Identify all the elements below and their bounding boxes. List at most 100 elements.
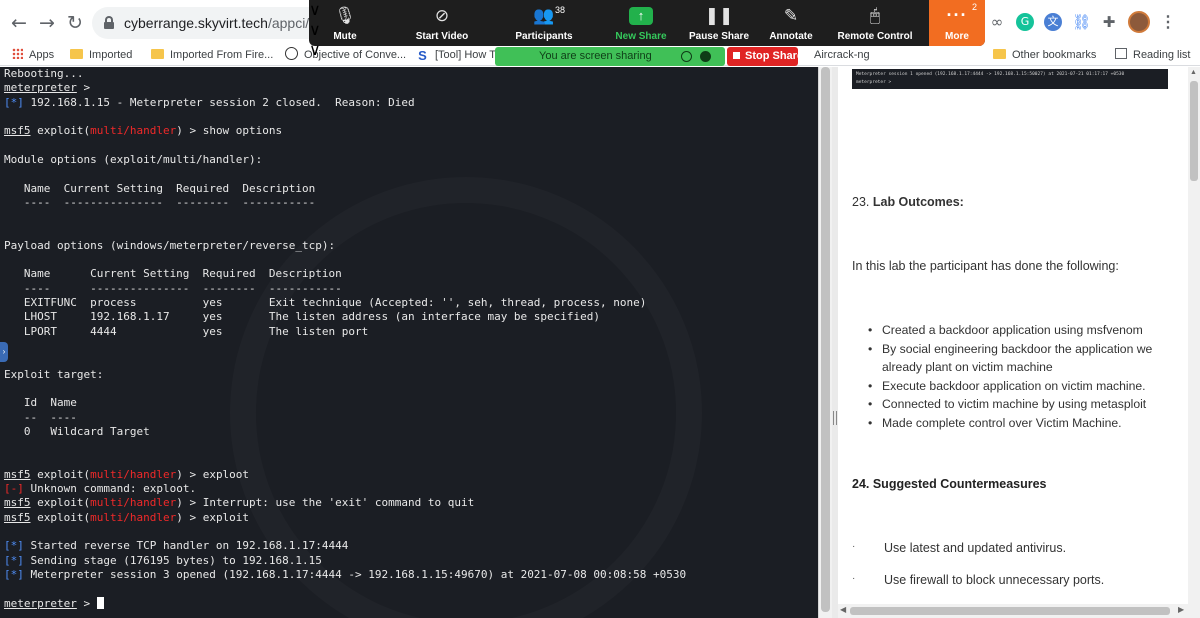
terminal-scrollbar-thumb[interactable] xyxy=(821,67,830,612)
kebab-menu-icon[interactable]: ⋮ xyxy=(1160,12,1176,32)
sharing-status-icon xyxy=(681,51,692,62)
terminal-line: ---- --------------- -------- ----------… xyxy=(4,195,316,209)
terminal-line: -- ---- xyxy=(4,410,77,424)
terminal-line: LPORT 4444 yes The listen port xyxy=(4,324,369,338)
link-extension-icon[interactable]: ∞ xyxy=(988,13,1006,31)
site-icon xyxy=(285,47,298,60)
more-button[interactable]: ··· 2 More xyxy=(929,0,985,46)
annotate-button[interactable]: ✎ Annotate xyxy=(761,0,821,46)
translate-extension-icon[interactable]: 文 xyxy=(1044,13,1062,31)
folder-icon xyxy=(70,49,83,59)
horizontal-scrollbar-thumb[interactable] xyxy=(850,607,1170,615)
terminal-line: Name Current Setting Required Descriptio… xyxy=(4,181,316,195)
bookmark-reading-list[interactable]: Reading list xyxy=(1115,46,1190,64)
lab-outcomes-heading: 23. Lab Outcomes: xyxy=(852,195,964,209)
bookmark-other[interactable]: Other bookmarks xyxy=(993,46,1096,64)
terminal-line: [*] Started reverse TCP handler on 192.1… xyxy=(4,539,349,553)
terminal-line: 0 Wildcard Target xyxy=(4,424,150,438)
apps-grid-icon xyxy=(12,48,23,59)
bullet-marker: · xyxy=(852,573,856,584)
video-off-icon: ⊘ xyxy=(434,6,450,26)
terminal-line: [*] Sending stage (176195 bytes) to 192.… xyxy=(4,553,322,567)
start-video-button[interactable]: ⊘ Start Video xyxy=(409,0,475,46)
terminal-line: Id Name xyxy=(4,396,77,410)
pause-share-button[interactable]: ❚❚ Pause Share xyxy=(687,0,751,46)
document-scrollbar-thumb[interactable] xyxy=(1190,81,1198,181)
list-item: By social engineering backdoor the appli… xyxy=(868,340,1178,377)
outcomes-list: Created a backdoor application using msf… xyxy=(868,321,1178,433)
bookmark-imported[interactable]: Imported xyxy=(70,46,132,64)
terminal-line: msf5 exploit(multi/handler) > Interrupt:… xyxy=(4,496,475,510)
terminal-line: Rebooting... xyxy=(4,67,84,80)
splitter-grip-icon xyxy=(833,411,837,425)
extensions-area: ∞ G 文 ⛓ ✚ ⋮ xyxy=(988,10,1176,34)
terminal-line: [*] 192.168.1.15 - Meterpreter session 2… xyxy=(4,95,415,109)
scroll-left-icon[interactable]: ◀ xyxy=(840,605,846,614)
sharing-status-text: You are screen sharing xyxy=(539,50,652,62)
bullet-marker: · xyxy=(852,541,856,552)
countermeasure-item: Use firewall to block unnecessary ports. xyxy=(884,573,1105,587)
lab-intro-text: In this lab the participant has done the… xyxy=(852,259,1119,273)
zoom-share-toolbar: 🎙 Mute ∨ ⊘ Start Video ∨ 👥 38 Participan… xyxy=(309,0,985,59)
document-horizontal-scrollbar[interactable]: ◀ ▶ xyxy=(838,604,1188,618)
lock-icon xyxy=(104,16,114,29)
stop-share-button[interactable]: Stop Share xyxy=(727,47,803,66)
url-text: cyberrange.skyvirt.tech/appci/vmc xyxy=(124,15,335,31)
document-scrollbar[interactable]: ▲ xyxy=(1188,67,1200,618)
grammarly-icon[interactable]: G xyxy=(1016,13,1034,31)
reload-icon[interactable]: ↻ xyxy=(64,12,86,34)
terminal-line: ---- --------------- -------- ----------… xyxy=(4,281,342,295)
remote-control-button[interactable]: 🖱 Remote Control xyxy=(833,0,917,46)
mute-button[interactable]: 🎙 Mute xyxy=(321,0,369,46)
extension-puzzle-icon[interactable]: ✚ xyxy=(1100,13,1118,31)
share-up-arrow-icon: ↑ xyxy=(629,7,653,25)
microphone-icon: 🎙 xyxy=(334,6,356,26)
terminal-window[interactable]: Rebooting... meterpreter > [*] 192.168.1… xyxy=(0,67,818,618)
bookmark-apps[interactable]: Apps xyxy=(12,46,54,64)
terminal-line: [*] Meterpreter session 3 opened (192.16… xyxy=(4,567,687,581)
list-item: Made complete control over Victim Machin… xyxy=(868,414,1178,433)
profile-avatar[interactable] xyxy=(1128,11,1150,33)
terminal-line: Name Current Setting Required Descriptio… xyxy=(4,267,342,281)
participants-button[interactable]: 👥 38 Participants xyxy=(509,0,579,46)
reading-list-icon xyxy=(1115,48,1127,59)
terminal-line: Module options (exploit/multi/handler): xyxy=(4,152,263,166)
countermeasure-item: Use latest and updated antivirus. xyxy=(884,541,1067,555)
scroll-right-icon[interactable]: ▶ xyxy=(1178,605,1184,614)
pause-icon: ❚❚ xyxy=(704,6,734,26)
participants-icon: 👥 xyxy=(533,6,555,26)
link-icon[interactable]: ⛓ xyxy=(1072,13,1091,31)
screen-sharing-indicator[interactable]: You are screen sharing xyxy=(495,47,725,66)
side-panel-toggle[interactable]: › xyxy=(0,342,8,362)
shield-icon xyxy=(700,51,711,62)
terminal-line: msf5 exploit(multi/handler) > exploot xyxy=(4,467,250,481)
forward-arrow-icon[interactable]: → xyxy=(36,12,58,34)
lab-document: Meterpreter session 1 opened (192.168.1.… xyxy=(838,67,1188,604)
terminal-line: EXITFUNC process yes Exit technique (Acc… xyxy=(4,296,647,309)
terminal-scrollbar[interactable] xyxy=(818,67,832,618)
more-badge: 2 xyxy=(971,2,977,12)
back-arrow-icon[interactable]: ← xyxy=(8,12,30,34)
embedded-terminal-screenshot: Meterpreter session 1 opened (192.168.1.… xyxy=(852,69,1168,89)
countermeasures-heading: 24. Suggested Countermeasures xyxy=(852,477,1047,491)
bookmark-imported-from-firefox[interactable]: Imported From Fire... xyxy=(151,46,273,64)
terminal-line: [-] Unknown command: exploot. xyxy=(4,482,197,496)
list-item: Execute backdoor application on victim m… xyxy=(868,377,1178,396)
folder-icon xyxy=(993,49,1006,59)
terminal-line: meterpreter > xyxy=(4,81,91,95)
address-bar[interactable]: cyberrange.skyvirt.tech/appci/vmc xyxy=(92,7,335,39)
terminal-line: msf5 exploit(multi/handler) > show optio… xyxy=(4,124,283,138)
scroll-up-icon[interactable]: ▲ xyxy=(1190,69,1197,76)
folder-icon xyxy=(151,49,164,59)
new-share-button[interactable]: ↑ New Share xyxy=(609,0,673,46)
